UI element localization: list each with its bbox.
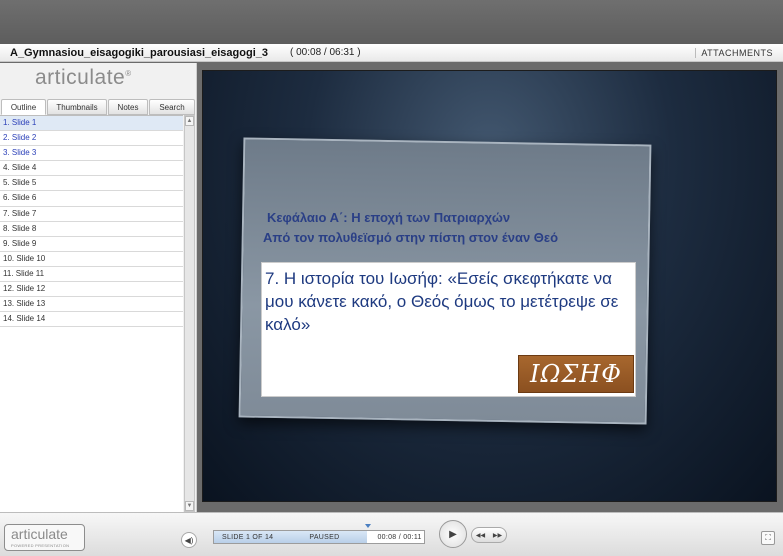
player-window: A_Gymnasiou_eisagogiki_parousiasi_eisago… xyxy=(0,0,783,556)
iosif-logo-image: ΙΩΣΗΦ xyxy=(518,355,634,393)
slide-time: 00:08 / 00:11 xyxy=(377,533,422,541)
outline-item[interactable]: 3. Slide 3 xyxy=(0,146,183,162)
control-bar: articulate POWERED PRESENTATION ◀) SLIDE… xyxy=(0,512,783,556)
playback-status: PAUSED xyxy=(309,533,340,541)
scroll-up-arrow-icon[interactable]: ▲ xyxy=(185,116,194,126)
powered-logo-text: articulate xyxy=(11,526,68,542)
progress-bar[interactable]: SLIDE 1 OF 14 PAUSED 00:08 / 00:11 xyxy=(213,530,425,544)
title-bar: A_Gymnasiou_eisagogiki_parousiasi_eisago… xyxy=(0,44,783,62)
outline-item[interactable]: 12. Slide 12 xyxy=(0,282,183,298)
volume-icon[interactable]: ◀) xyxy=(181,532,197,548)
sidebar: articulate® Outline Thumbnails Notes Sea… xyxy=(0,63,197,512)
progress-marker[interactable] xyxy=(365,524,371,528)
slide-counter: SLIDE 1 OF 14 xyxy=(222,533,274,541)
tab-search[interactable]: Search xyxy=(149,99,195,115)
powered-by-articulate-badge[interactable]: articulate POWERED PRESENTATION xyxy=(4,524,85,551)
sidebar-tabs: Outline Thumbnails Notes Search xyxy=(0,99,197,115)
prev-icon[interactable]: ◀◀ xyxy=(476,532,485,539)
play-icon[interactable]: ▶ xyxy=(439,520,467,548)
outline-item[interactable]: 4. Slide 4 xyxy=(0,161,183,177)
outline-item[interactable]: 8. Slide 8 xyxy=(0,222,183,237)
slide-body-text: 7. Η ιστορία του Ιωσήφ: «Εσείς σκεφτήκατ… xyxy=(265,269,619,334)
tab-notes[interactable]: Notes xyxy=(108,99,148,115)
logo-mark: ® xyxy=(125,69,132,78)
outline-item[interactable]: 14. Slide 14 xyxy=(0,312,183,328)
iosif-logo-text: ΙΩΣΗΦ xyxy=(530,360,622,388)
logo-text: articulate xyxy=(35,66,126,89)
outline-list: 1. Slide 1 2. Slide 2 3. Slide 3 4. Slide 4… xyxy=(0,115,183,512)
outline-item[interactable]: 9. Slide 9 xyxy=(0,237,183,252)
outline-item[interactable]: 13. Slide 13 xyxy=(0,297,183,313)
powered-caption: POWERED PRESENTATION xyxy=(11,543,70,548)
outline-scrollbar[interactable]: ▲ ▼ xyxy=(184,115,195,512)
time-display: ( 00:08 / 06:31 ) xyxy=(290,47,361,58)
slide-heading-1: Κεφάλαιο Α΄: Η εποχή των Πατριαρχών xyxy=(267,210,511,225)
tab-thumbnails[interactable]: Thumbnails xyxy=(47,99,107,115)
outline-item[interactable]: 1. Slide 1 xyxy=(0,116,183,132)
outline-item[interactable]: 7. Slide 7 xyxy=(0,207,183,222)
tab-outline[interactable]: Outline xyxy=(1,99,46,115)
scroll-down-arrow-icon[interactable]: ▼ xyxy=(185,501,194,511)
attachments-button[interactable]: ATTACHMENTS xyxy=(695,47,773,58)
outline-item[interactable]: 10. Slide 10 xyxy=(0,252,183,267)
articulate-logo: articulate® xyxy=(35,66,132,90)
fullscreen-icon[interactable]: ⛶ xyxy=(761,531,775,545)
outline-item[interactable]: 2. Slide 2 xyxy=(0,131,183,147)
course-title: A_Gymnasiou_eisagogiki_parousiasi_eisago… xyxy=(10,46,268,59)
slide-stage: Κεφάλαιο Α΄: Η εποχή των Πατριαρχών Από … xyxy=(202,70,777,502)
outline-item[interactable]: 6. Slide 6 xyxy=(0,191,183,207)
slide-nav-buttons: ◀◀ ▶▶ xyxy=(471,527,507,543)
outline-item[interactable]: 5. Slide 5 xyxy=(0,176,183,192)
top-bar xyxy=(0,0,783,44)
next-icon[interactable]: ▶▶ xyxy=(493,532,502,539)
slide-textbox: 7. Η ιστορία του Ιωσήφ: «Εσείς σκεφτήκατ… xyxy=(261,262,636,397)
outline-item[interactable]: 11. Slide 11 xyxy=(0,267,183,283)
slide-heading-2: Από τον πολυθεϊσμό στην πίστη στον έναν … xyxy=(263,230,559,245)
